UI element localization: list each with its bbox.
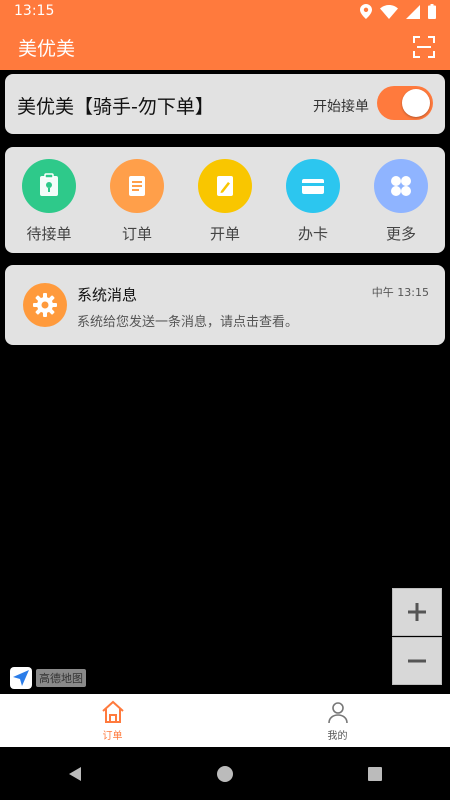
gear-icon bbox=[23, 283, 67, 327]
system-nav-bar bbox=[0, 747, 450, 800]
tab-label: 订单 bbox=[102, 730, 123, 742]
message-body: 系统给您发送一条消息，请点击查看。 bbox=[77, 315, 299, 330]
menu-item-pending[interactable]: 待接单 bbox=[14, 159, 84, 244]
menu-label: 订单 bbox=[121, 225, 152, 243]
menu-label: 待接单 bbox=[26, 225, 72, 243]
signal-icon bbox=[406, 4, 420, 19]
home-icon bbox=[101, 700, 124, 723]
back-triangle-icon bbox=[69, 766, 81, 781]
shop-name: 美优美【骑手-勿下单】 bbox=[17, 96, 214, 118]
grid-more-icon bbox=[374, 159, 428, 213]
app-bar: 美优美 bbox=[0, 24, 450, 70]
order-list-icon bbox=[110, 159, 164, 213]
tab-mine[interactable]: 我的 bbox=[225, 694, 450, 747]
tab-orders[interactable]: 订单 bbox=[0, 694, 225, 747]
scan-icon[interactable] bbox=[412, 35, 436, 59]
clipboard-pin-icon bbox=[22, 159, 76, 213]
edit-note-icon bbox=[198, 159, 252, 213]
wifi-icon bbox=[380, 4, 398, 19]
recents-button[interactable] bbox=[345, 754, 405, 794]
home-circle-icon bbox=[217, 765, 233, 782]
back-button[interactable] bbox=[45, 754, 105, 794]
menu-label: 开单 bbox=[209, 225, 240, 243]
map-logo: 高德地图 bbox=[10, 667, 86, 689]
toggle-knob bbox=[402, 89, 430, 117]
menu-item-orders[interactable]: 订单 bbox=[102, 159, 172, 244]
home-button[interactable] bbox=[195, 754, 255, 794]
system-message-card[interactable]: 系统消息 中午 13:15 系统给您发送一条消息，请点击查看。 bbox=[5, 265, 445, 345]
shop-card: 美优美【骑手-勿下单】 开始接单 bbox=[5, 74, 445, 134]
menu-card: 待接单 订单 开单 办卡 更多 bbox=[5, 147, 445, 253]
status-icons bbox=[360, 4, 436, 19]
menu-item-more[interactable]: 更多 bbox=[366, 159, 436, 244]
zoom-in-button[interactable] bbox=[392, 588, 442, 636]
tab-label: 我的 bbox=[327, 730, 348, 742]
battery-icon bbox=[428, 4, 436, 19]
menu-label: 更多 bbox=[385, 225, 416, 243]
app-title: 美优美 bbox=[18, 38, 76, 60]
card-icon bbox=[286, 159, 340, 213]
zoom-out-button[interactable] bbox=[392, 637, 442, 685]
bottom-tab-bar: 订单 我的 bbox=[0, 694, 450, 747]
menu-label: 办卡 bbox=[297, 225, 328, 243]
status-bar: 13:15 bbox=[0, 0, 450, 24]
location-icon bbox=[360, 4, 372, 19]
status-time: 13:15 bbox=[14, 3, 55, 19]
recents-square-icon bbox=[368, 766, 382, 781]
toggle-label: 开始接单 bbox=[313, 99, 369, 115]
menu-item-create-order[interactable]: 开单 bbox=[190, 159, 260, 244]
plus-icon bbox=[408, 603, 426, 621]
message-time: 中午 13:15 bbox=[371, 286, 429, 299]
menu-item-card[interactable]: 办卡 bbox=[278, 159, 348, 244]
accept-orders-toggle[interactable] bbox=[377, 86, 433, 120]
message-title: 系统消息 bbox=[77, 286, 138, 304]
map-logo-text: 高德地图 bbox=[36, 669, 86, 687]
minus-icon bbox=[408, 659, 426, 663]
user-icon bbox=[327, 701, 348, 723]
navigation-arrow-icon bbox=[10, 667, 32, 689]
